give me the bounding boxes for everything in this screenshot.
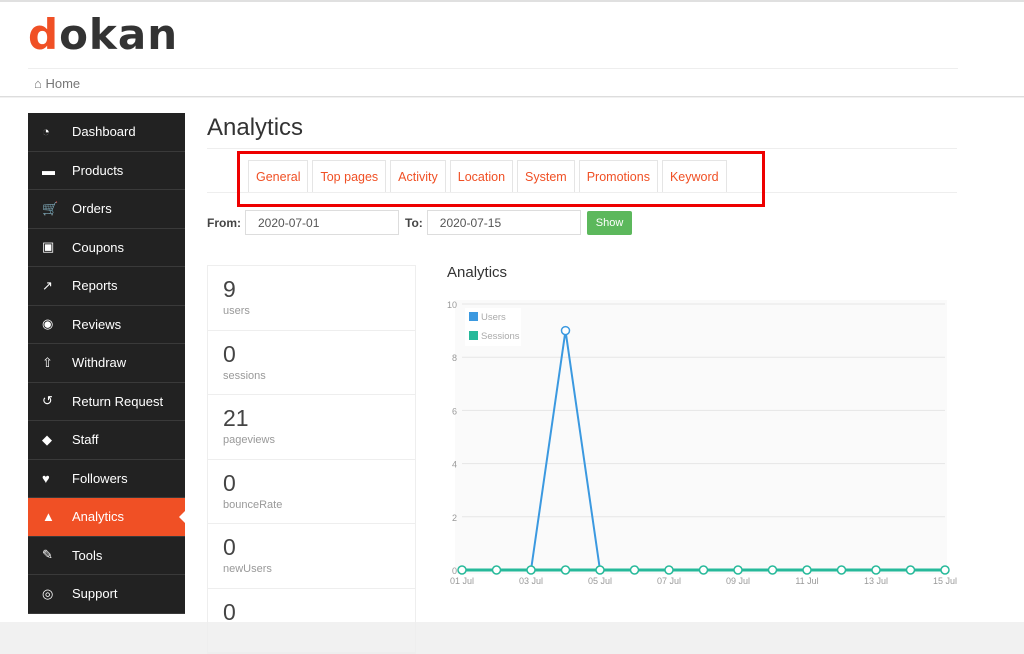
- data-point-sessions: [629, 565, 640, 575]
- data-point-sessions: [767, 565, 778, 575]
- y-tick-label: 2: [452, 513, 457, 523]
- y-tick-label: 6: [452, 406, 457, 416]
- x-tick-label: 01 Jul: [450, 576, 474, 586]
- data-point-sessions: [871, 565, 881, 575]
- data-point-sessions: [560, 565, 571, 575]
- chart-background: [455, 300, 947, 574]
- data-point-sessions: [836, 565, 847, 575]
- legend-label: Users: [481, 312, 506, 323]
- data-point-sessions: [802, 565, 812, 575]
- x-tick-label: 09 Jul: [726, 576, 750, 586]
- data-point-sessions: [733, 565, 743, 575]
- analytics-chart: 0 2 4 6 8 10 01 Jul 03 Jul 05 Jul 07 Jul 09 Jul 11 …: [447, 300, 957, 586]
- x-tick-label: 11 Jul: [795, 576, 818, 586]
- data-point-sessions: [664, 565, 674, 575]
- data-point-sessions: [940, 565, 950, 575]
- data-point-sessions: [595, 565, 605, 575]
- data-point-sessions: [905, 565, 916, 575]
- y-tick-label: 8: [452, 353, 457, 363]
- y-tick-label: 10: [447, 300, 457, 310]
- y-tick-label: 4: [452, 460, 457, 470]
- x-tick-label: 15 Jul: [933, 576, 957, 586]
- legend-label: Sessions: [481, 331, 520, 342]
- data-point-sessions: [526, 565, 536, 575]
- x-tick-label: 05 Jul: [588, 576, 612, 586]
- x-tick-label: 03 Jul: [519, 576, 543, 586]
- data-point-sessions: [491, 565, 502, 575]
- x-tick-label: 07 Jul: [657, 576, 681, 586]
- legend-swatch-sessions: [469, 331, 478, 340]
- data-point-sessions: [698, 565, 709, 575]
- x-tick-label: 13 Jul: [864, 576, 888, 586]
- y-tick-label: 0: [452, 566, 457, 576]
- data-point-users: [560, 325, 571, 336]
- legend-swatch-users: [469, 312, 478, 321]
- data-point-sessions: [457, 565, 467, 575]
